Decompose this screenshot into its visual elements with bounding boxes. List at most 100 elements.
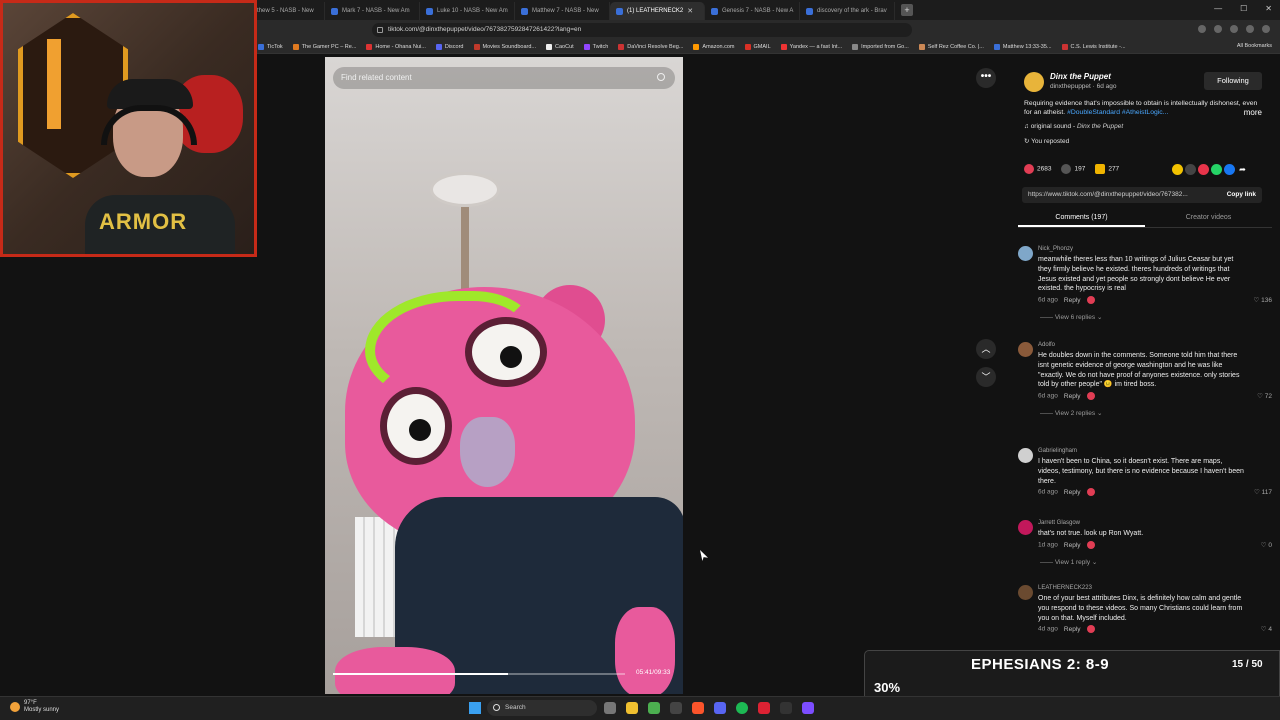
app-icon[interactable] [802,702,814,714]
view-replies-button[interactable]: —— View 2 replies ⌄ [1040,409,1102,417]
comment-like[interactable]: ♡ 117 [1254,488,1272,496]
chrome-icon[interactable] [648,702,660,714]
author-block[interactable]: Dinx the Puppet dinxthepuppet · 6d ago [1024,72,1117,92]
bookmark-item[interactable]: GMAIL [744,43,771,50]
view-replies-button[interactable]: —— View 6 replies ⌄ [1040,313,1102,321]
author-avatar[interactable] [1024,72,1044,92]
commenter-name[interactable]: LEATHERNECK223 [1038,585,1092,591]
reply-button[interactable]: Reply [1064,393,1081,400]
bookmark-item[interactable]: Twitch [583,43,608,50]
collab-icon[interactable] [1172,164,1183,175]
browser-tab[interactable]: Mark 7 - NASB - New Am [325,2,420,20]
minimize-icon[interactable]: — [1214,4,1222,13]
repost-icon[interactable] [1198,164,1209,175]
browser-tab[interactable]: Luke 10 - NASB - New Am [420,2,515,20]
video-progress-bar[interactable] [333,673,625,675]
commenter-name[interactable]: Jarrett Glasgow [1038,520,1080,526]
app-icon[interactable] [670,702,682,714]
previous-video-button[interactable]: ︿ [976,339,996,359]
commenter-name[interactable]: Gabrielingham [1038,448,1077,454]
comment-like[interactable]: ♡ 0 [1261,541,1272,549]
facebook-icon[interactable] [1224,164,1235,175]
bookmark-item[interactable]: Yandex — a fast Int... [780,43,842,50]
app-icon[interactable] [780,702,792,714]
commenter-name[interactable]: Adolfo [1038,342,1055,348]
window-controls[interactable]: — ☐ ✕ [1214,4,1272,13]
discord-icon[interactable] [714,702,726,714]
menu-icon[interactable] [1262,25,1270,33]
reply-button[interactable]: Reply [1064,626,1081,633]
new-tab-button[interactable]: + [901,4,913,16]
sound-info[interactable]: ♫ original sound - Dinx the Puppet [1024,123,1123,130]
bookmark-item[interactable]: Imported from Go... [852,43,909,50]
bookmark-item[interactable]: TicTok [258,43,283,50]
hashtags[interactable]: #DoubleStandard #AtheistLogic... [1067,109,1168,116]
bookmark-item[interactable]: The Gamer PC – Re... [292,43,356,50]
reply-button[interactable]: Reply [1064,489,1081,496]
commenter-avatar[interactable] [1018,342,1033,357]
comment-icon[interactable] [1061,164,1072,174]
tab-creator-videos[interactable]: Creator videos [1145,210,1272,227]
windows-start-icon[interactable] [469,702,481,714]
next-video-button[interactable]: ﹀ [976,367,996,387]
comment-like[interactable]: ♡ 72 [1257,392,1272,400]
brave-icon[interactable] [692,702,704,714]
video-player[interactable] [325,57,683,694]
extension-icon[interactable] [1230,25,1238,33]
bookmark-item[interactable]: CaoCut [546,43,574,50]
author-name[interactable]: Dinx the Puppet [1050,72,1117,81]
close-tab-icon[interactable]: ✕ [687,7,693,15]
browser-tab[interactable]: (1) LEATHERNECK2 ✕ [610,2,705,20]
extension-icons[interactable] [1198,25,1270,33]
browser-tab[interactable]: Genesis 7 - NASB - New A [705,2,800,20]
davinci-icon[interactable] [758,702,770,714]
extension-icon[interactable] [1246,25,1254,33]
close-icon[interactable]: ✕ [1265,4,1272,13]
all-bookmarks-button[interactable]: All Bookmarks [1237,43,1272,49]
commenter-avatar[interactable] [1018,585,1033,600]
address-bar[interactable]: tiktok.com/@dinxthepuppet/video/76738275… [372,23,912,37]
save-stat[interactable]: 277 [1095,164,1119,174]
view-replies-button[interactable]: —— View 1 reply ⌄ [1040,558,1097,566]
extension-icon[interactable] [1214,25,1222,33]
comment-like[interactable]: ♡ 4 [1261,625,1272,633]
commenter-avatar[interactable] [1018,448,1033,463]
heart-icon[interactable] [1024,164,1034,174]
comment-stat[interactable]: 197 [1061,164,1085,174]
bookmark-item[interactable]: DaVinci Resolve Beg... [618,43,683,50]
related-search-input[interactable]: Find related content [333,67,675,89]
reply-button[interactable]: Reply [1064,542,1081,549]
weather-widget[interactable]: 97°F Mostly sunny [10,700,59,714]
extension-icon[interactable] [1198,25,1206,33]
taskbar-search[interactable]: Search [487,700,597,716]
commenter-avatar[interactable] [1018,520,1033,535]
commenter-avatar[interactable] [1018,246,1033,261]
bookmark-item[interactable]: Discord [435,43,464,50]
bookmark-item[interactable]: Matthew 13:33-35... [993,43,1052,50]
more-link[interactable]: more [1244,108,1262,117]
like-stat[interactable]: 2683 [1024,164,1051,174]
commenter-name[interactable]: Nick_Phonzy [1038,246,1073,252]
share-icons[interactable]: ➦ [1172,164,1248,175]
task-view-icon[interactable] [604,702,616,714]
browser-tab[interactable]: Matthew 7 - NASB - New [515,2,610,20]
share-link-box[interactable]: https://www.tiktok.com/@dinxthepuppet/vi… [1022,187,1262,203]
file-explorer-icon[interactable] [626,702,638,714]
bookmark-item[interactable]: Movies Soundboard... [473,43,536,50]
sound-author[interactable]: Dinx the Puppet [1077,123,1123,130]
bookmark-item[interactable]: C.S. Lewis Institute -... [1061,43,1126,50]
bookmark-item[interactable]: Home - Ohana Nui... [366,43,426,50]
whatsapp-icon[interactable] [1211,164,1222,175]
comment-like[interactable]: ♡ 136 [1254,296,1273,304]
bookmark-icon[interactable] [1095,164,1106,174]
more-options-button[interactable]: ••• [976,68,996,88]
bookmark-item[interactable]: Self Rez Coffee Co. |... [918,43,984,50]
bookmark-item[interactable]: Amazon.com [693,43,735,50]
following-button[interactable]: Following [1204,72,1262,90]
taskbar-apps[interactable] [604,702,814,714]
browser-tab[interactable]: discovery of the ark - Brav [800,2,895,20]
share-arrow-icon[interactable]: ➦ [1237,164,1248,175]
maximize-icon[interactable]: ☐ [1240,4,1247,13]
tab-comments[interactable]: Comments (197) [1018,210,1145,227]
search-icon[interactable] [657,73,665,81]
